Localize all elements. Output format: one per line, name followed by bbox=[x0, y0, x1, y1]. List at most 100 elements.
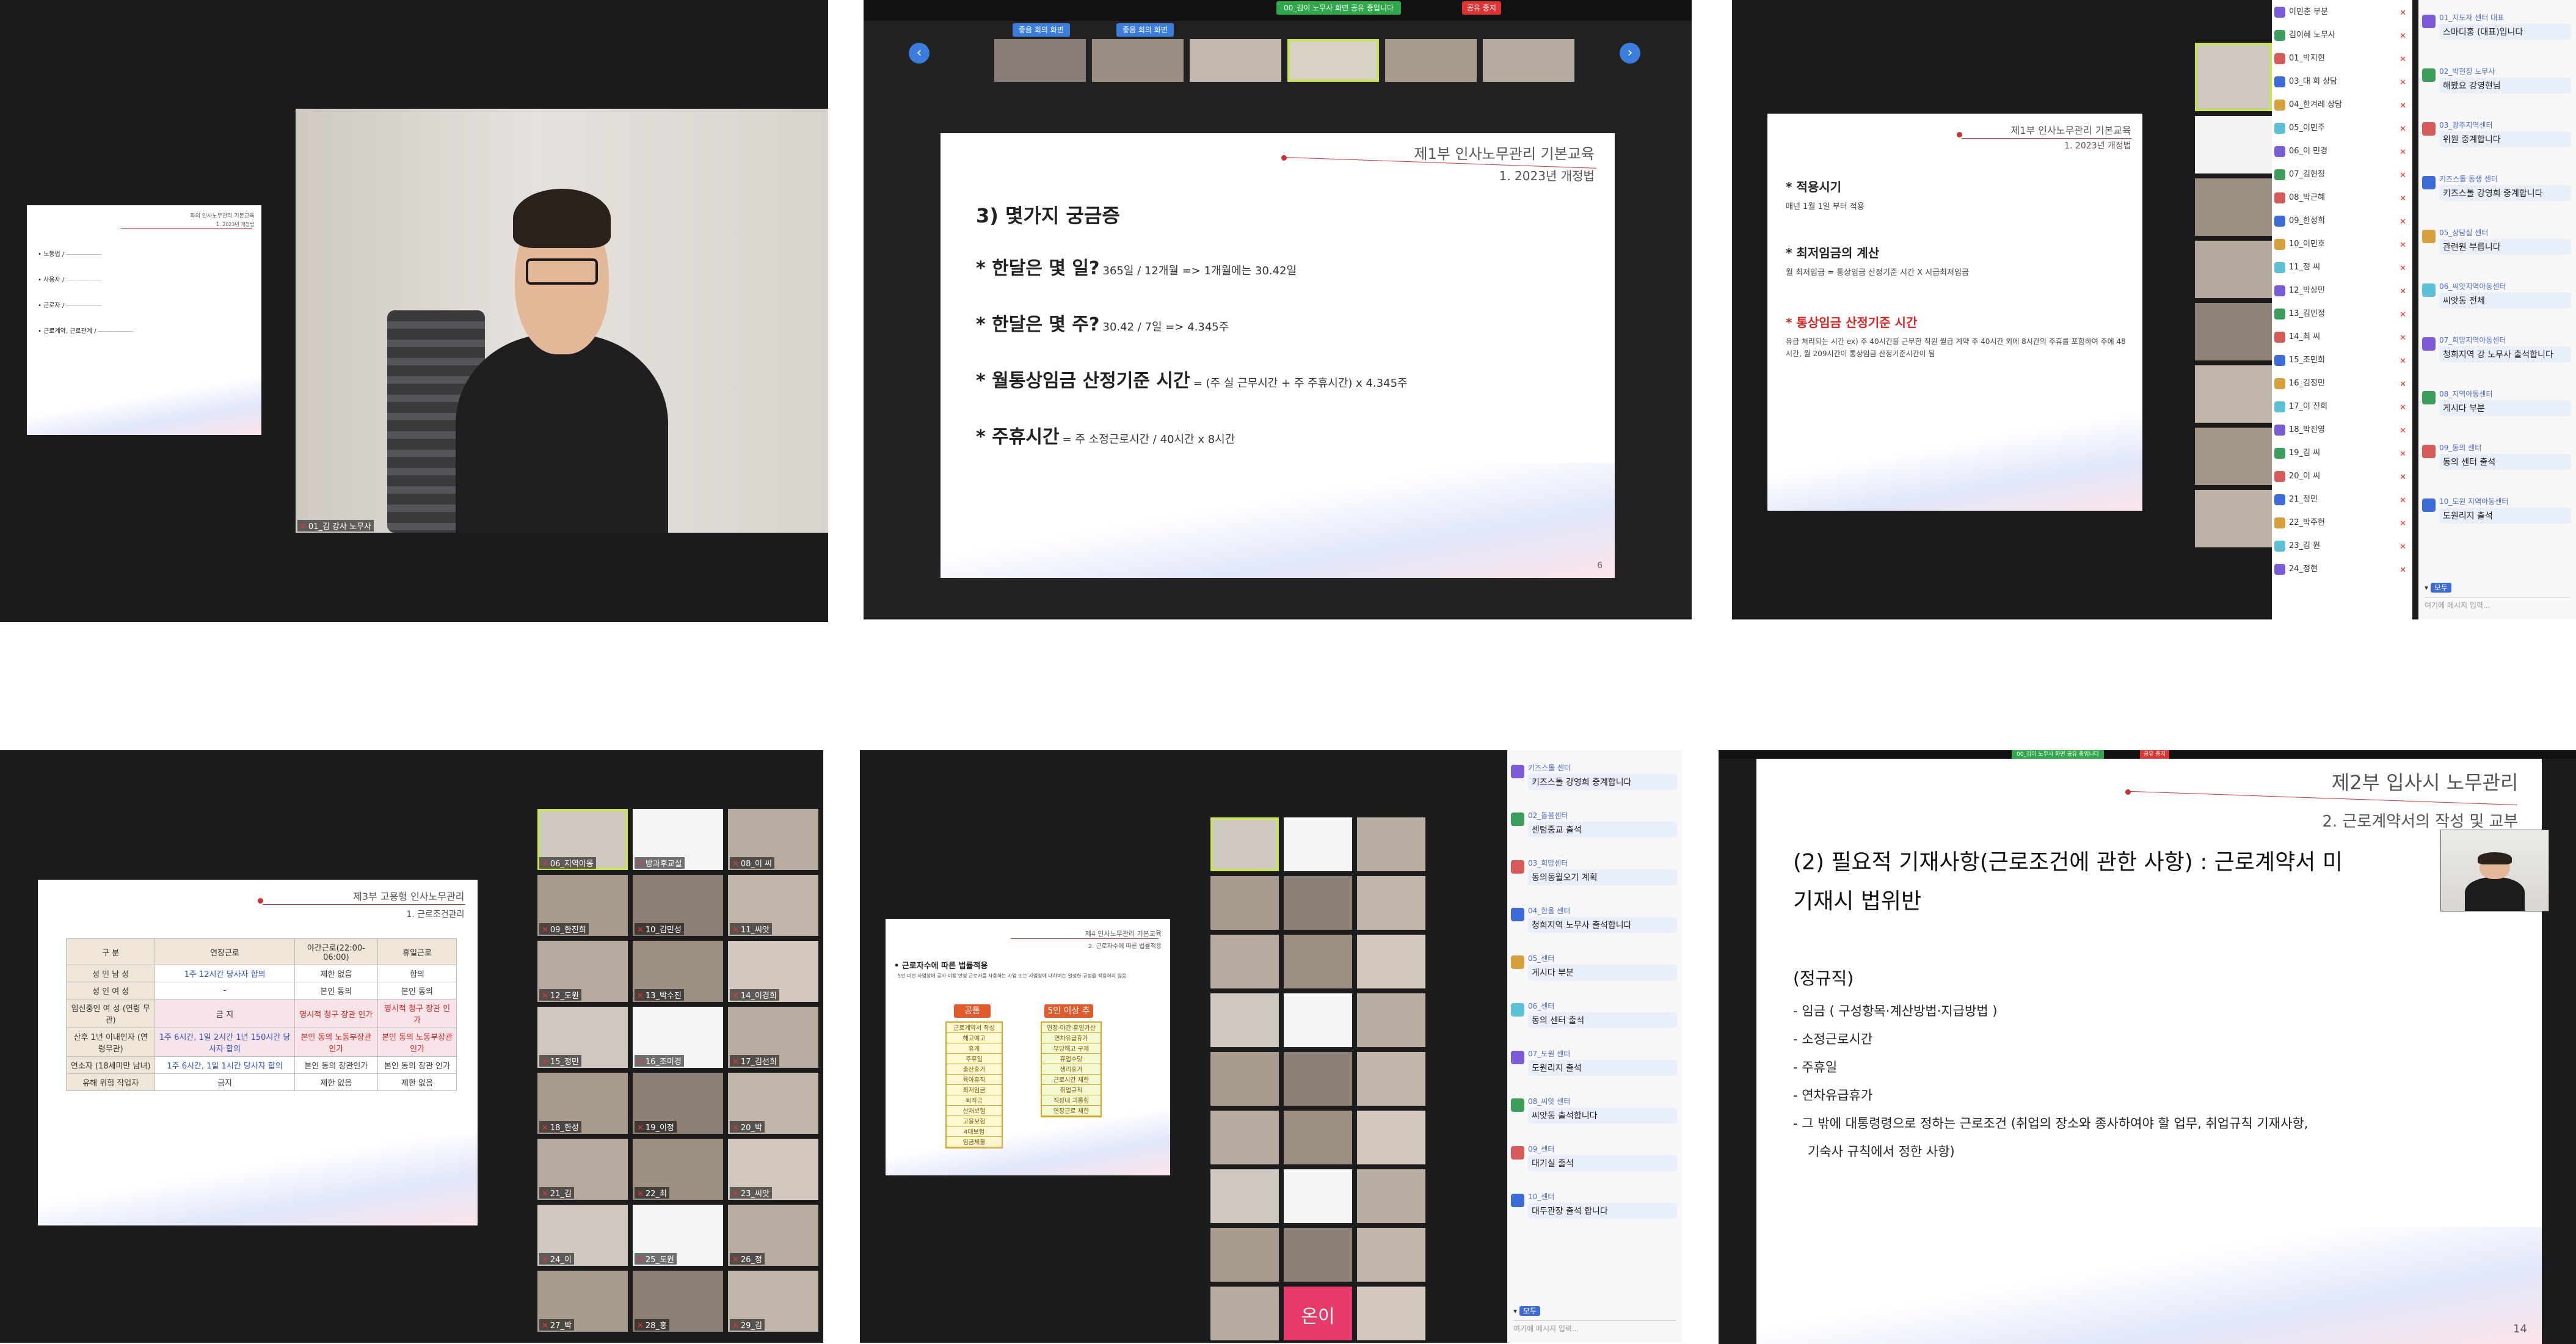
participant-row[interactable]: 김이혜 노무사 ✕ bbox=[2274, 28, 2410, 46]
participant-row[interactable]: 05_이민주 ✕ bbox=[2274, 121, 2410, 139]
participant-video[interactable]: ✕ 13_박수진 bbox=[633, 941, 723, 1002]
participant-row[interactable]: 04_한겨레 상담 ✕ bbox=[2274, 98, 2410, 116]
participant-video[interactable]: ✕ 24_이 bbox=[537, 1205, 628, 1266]
chat-to-selector[interactable]: ▾ 모두 bbox=[2425, 582, 2451, 593]
participant-video[interactable] bbox=[1357, 935, 1425, 988]
mic-muted-icon[interactable]: ✕ bbox=[2400, 241, 2406, 250]
chat-input[interactable]: 여기에 메시지 입력... bbox=[2425, 597, 2570, 613]
participant-video[interactable] bbox=[1357, 1287, 1425, 1340]
participant-video[interactable] bbox=[1284, 1228, 1352, 1282]
mic-muted-icon[interactable]: ✕ bbox=[2400, 334, 2406, 343]
prev-page-arrow-icon[interactable]: ‹ bbox=[909, 43, 930, 64]
participant-row[interactable]: 01_박지현 ✕ bbox=[2274, 51, 2410, 70]
mic-muted-icon[interactable]: ✕ bbox=[2400, 125, 2406, 134]
participant-row[interactable]: 이민춘 부분 ✕ bbox=[2274, 5, 2410, 23]
participant-video[interactable]: ✕ 15_정민 bbox=[537, 1007, 628, 1068]
participant-video[interactable]: ✕ 방과후교실 bbox=[633, 809, 723, 870]
participant-video[interactable] bbox=[1357, 876, 1425, 930]
participant-video[interactable]: ✕ 17_김선희 bbox=[728, 1007, 818, 1068]
mic-muted-icon[interactable]: ✕ bbox=[2400, 519, 2406, 528]
participant-video[interactable]: ✕ 09_한진희 bbox=[537, 875, 628, 936]
participant-video[interactable]: ✕ 06_지역아동 bbox=[537, 809, 628, 870]
mic-muted-icon[interactable]: ✕ bbox=[2400, 264, 2406, 273]
participant-row[interactable]: 21_정민 ✕ bbox=[2274, 492, 2410, 511]
participant-video[interactable]: ✕ 14_이경희 bbox=[728, 941, 818, 1002]
mic-muted-icon[interactable]: ✕ bbox=[2400, 171, 2406, 180]
participant-video[interactable] bbox=[1210, 1169, 1279, 1223]
mic-muted-icon[interactable]: ✕ bbox=[2400, 473, 2406, 482]
participant-row[interactable]: 14_최 씨 ✕ bbox=[2274, 330, 2410, 348]
participant-row[interactable]: 17_이 진희 ✕ bbox=[2274, 400, 2410, 418]
participant-video[interactable]: ✕ 11_씨앗 bbox=[728, 875, 818, 936]
participant-video[interactable]: ✕ 27_박 bbox=[537, 1271, 628, 1332]
participant-video[interactable] bbox=[1210, 817, 1279, 871]
participant-row[interactable]: 09_한성희 ✕ bbox=[2274, 214, 2410, 232]
participant-row[interactable]: 20_이 씨 ✕ bbox=[2274, 469, 2410, 488]
mic-muted-icon[interactable]: ✕ bbox=[2400, 32, 2406, 41]
mic-muted-icon[interactable]: ✕ bbox=[2400, 380, 2406, 389]
speaker-thumbnail-video[interactable] bbox=[2440, 830, 2549, 911]
gallery-tab-2[interactable]: 좋음 회의 화면 bbox=[1116, 23, 1174, 37]
participant-video[interactable] bbox=[1210, 935, 1279, 988]
participant-video[interactable]: ✕ 28_홍 bbox=[633, 1271, 723, 1332]
participant-video[interactable] bbox=[1210, 1052, 1279, 1106]
chat-input[interactable]: 여기에 메시지 입력... bbox=[1513, 1320, 1676, 1337]
mic-muted-icon[interactable]: ✕ bbox=[2400, 78, 2406, 87]
mic-muted-icon[interactable]: ✕ bbox=[2400, 217, 2406, 227]
mic-muted-icon[interactable]: ✕ bbox=[2400, 194, 2406, 203]
participant-row[interactable]: 15_조민희 ✕ bbox=[2274, 353, 2410, 371]
gallery-tab-1[interactable]: 좋음 회의 화면 bbox=[1013, 23, 1070, 37]
participant-row[interactable]: 16_김정민 ✕ bbox=[2274, 376, 2410, 395]
participant-video[interactable] bbox=[1284, 1052, 1352, 1106]
participant-video[interactable]: ✕ 20_박 bbox=[728, 1073, 818, 1134]
mic-muted-icon[interactable]: ✕ bbox=[2400, 542, 2406, 552]
participant-row[interactable]: 19_김 씨 ✕ bbox=[2274, 446, 2410, 464]
participant-video[interactable] bbox=[1284, 817, 1352, 871]
participant-video[interactable] bbox=[1284, 1111, 1352, 1164]
participant-video[interactable]: ✕ 19_이정 bbox=[633, 1073, 723, 1134]
participant-video[interactable] bbox=[1357, 1169, 1425, 1223]
strip-video-5[interactable] bbox=[1385, 39, 1477, 82]
stop-share-button[interactable]: 공유 중지 bbox=[2140, 750, 2169, 759]
participant-video[interactable]: ✕ 08_이 씨 bbox=[728, 809, 818, 870]
mic-muted-icon[interactable]: ✕ bbox=[2400, 496, 2406, 505]
participant-video[interactable]: ✕ 29_김 bbox=[728, 1271, 818, 1332]
speaker-video[interactable]: ✕ 01_김 강사 노무사 bbox=[296, 109, 828, 533]
strip-video-3[interactable] bbox=[1190, 39, 1281, 82]
participant-row[interactable]: 08_박근혜 ✕ bbox=[2274, 191, 2410, 209]
participant-video[interactable] bbox=[1210, 993, 1279, 1047]
participant-video[interactable]: ✕ 23_씨앗 bbox=[728, 1139, 818, 1200]
participant-row[interactable]: 11_정 씨 ✕ bbox=[2274, 260, 2410, 279]
column-video-6[interactable] bbox=[2195, 365, 2272, 423]
participant-video[interactable] bbox=[1284, 993, 1352, 1047]
mic-muted-icon[interactable]: ✕ bbox=[2400, 566, 2406, 575]
mic-muted-icon[interactable]: ✕ bbox=[2400, 148, 2406, 157]
participant-video[interactable]: ✕ 26_정 bbox=[728, 1205, 818, 1266]
participant-video[interactable] bbox=[1357, 1052, 1425, 1106]
participant-video[interactable]: ✕ 12_도원 bbox=[537, 941, 628, 1002]
column-video-2[interactable] bbox=[2195, 116, 2272, 173]
mic-muted-icon[interactable]: ✕ bbox=[2400, 426, 2406, 436]
participant-video[interactable]: ✕ 18_한성 bbox=[537, 1073, 628, 1134]
participant-video[interactable] bbox=[1210, 1287, 1279, 1340]
chat-to-selector[interactable]: ▾ 모두 bbox=[1513, 1306, 1540, 1316]
participant-row[interactable]: 24_정현 ✕ bbox=[2274, 562, 2410, 580]
mic-muted-icon[interactable]: ✕ bbox=[2400, 357, 2406, 366]
participant-video[interactable]: ✕ 21_김 bbox=[537, 1139, 628, 1200]
participant-video[interactable] bbox=[1284, 876, 1352, 930]
participant-video[interactable] bbox=[1284, 1169, 1352, 1223]
mic-muted-icon[interactable]: ✕ bbox=[2400, 55, 2406, 64]
participant-row[interactable]: 06_이 민경 ✕ bbox=[2274, 144, 2410, 163]
column-video-7[interactable] bbox=[2195, 428, 2272, 485]
mic-muted-icon[interactable]: ✕ bbox=[2400, 101, 2406, 111]
participant-video[interactable] bbox=[1210, 876, 1279, 930]
column-video-3[interactable] bbox=[2195, 178, 2272, 236]
participant-row[interactable]: 23_김 원 ✕ bbox=[2274, 539, 2410, 557]
participant-video[interactable] bbox=[1210, 1228, 1279, 1282]
participant-row[interactable]: 10_이민호 ✕ bbox=[2274, 237, 2410, 255]
participant-video[interactable]: ✕ 16_조미경 bbox=[633, 1007, 723, 1068]
participant-video[interactable] bbox=[1357, 1111, 1425, 1164]
strip-video-6[interactable] bbox=[1483, 39, 1574, 82]
mic-muted-icon[interactable]: ✕ bbox=[2400, 450, 2406, 459]
participant-row[interactable]: 22_박주현 ✕ bbox=[2274, 516, 2410, 534]
